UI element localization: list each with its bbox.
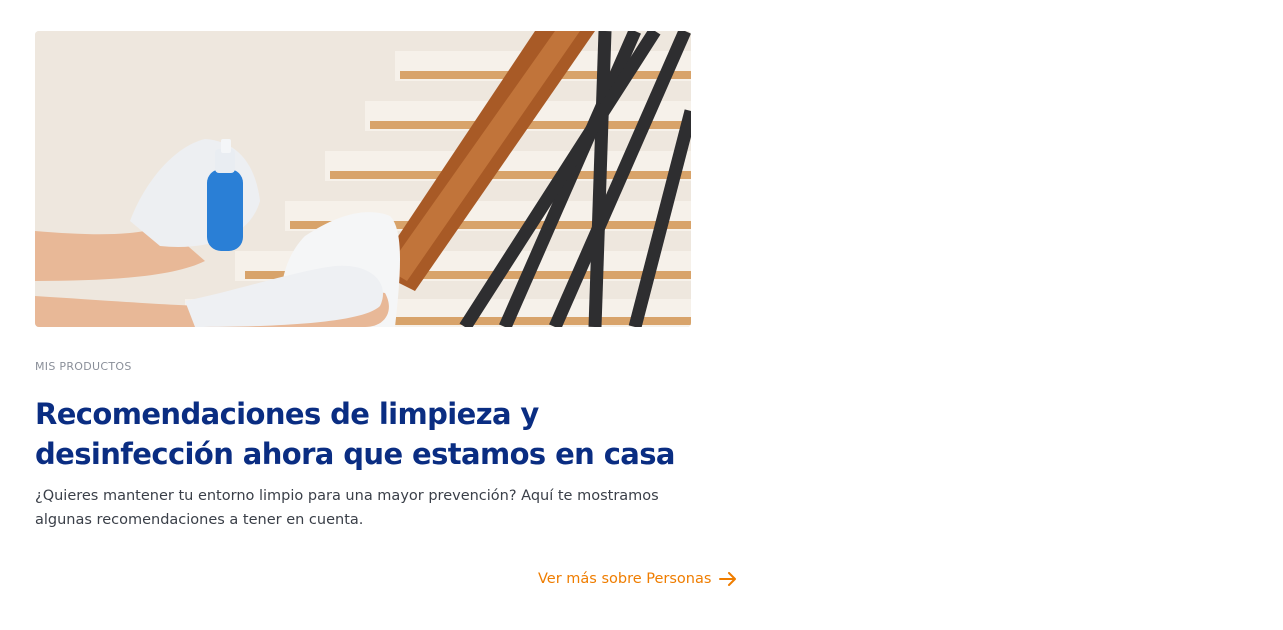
article-category: MIS PRODUCTOS xyxy=(35,360,132,373)
article-image[interactable] xyxy=(35,31,691,327)
article-title[interactable]: Recomendaciones de limpieza y desinfecci… xyxy=(35,394,675,474)
see-more-label: Ver más sobre Personas xyxy=(538,571,712,587)
article-card[interactable]: MIS PRODUCTOS Recomendaciones de limpiez… xyxy=(35,31,691,532)
cleaning-photo xyxy=(35,31,691,327)
see-more-link[interactable]: Ver más sobre Personas xyxy=(538,571,737,587)
arrow-right-icon xyxy=(719,572,737,586)
article-description: ¿Quieres mantener tu entorno limpio para… xyxy=(35,488,659,528)
